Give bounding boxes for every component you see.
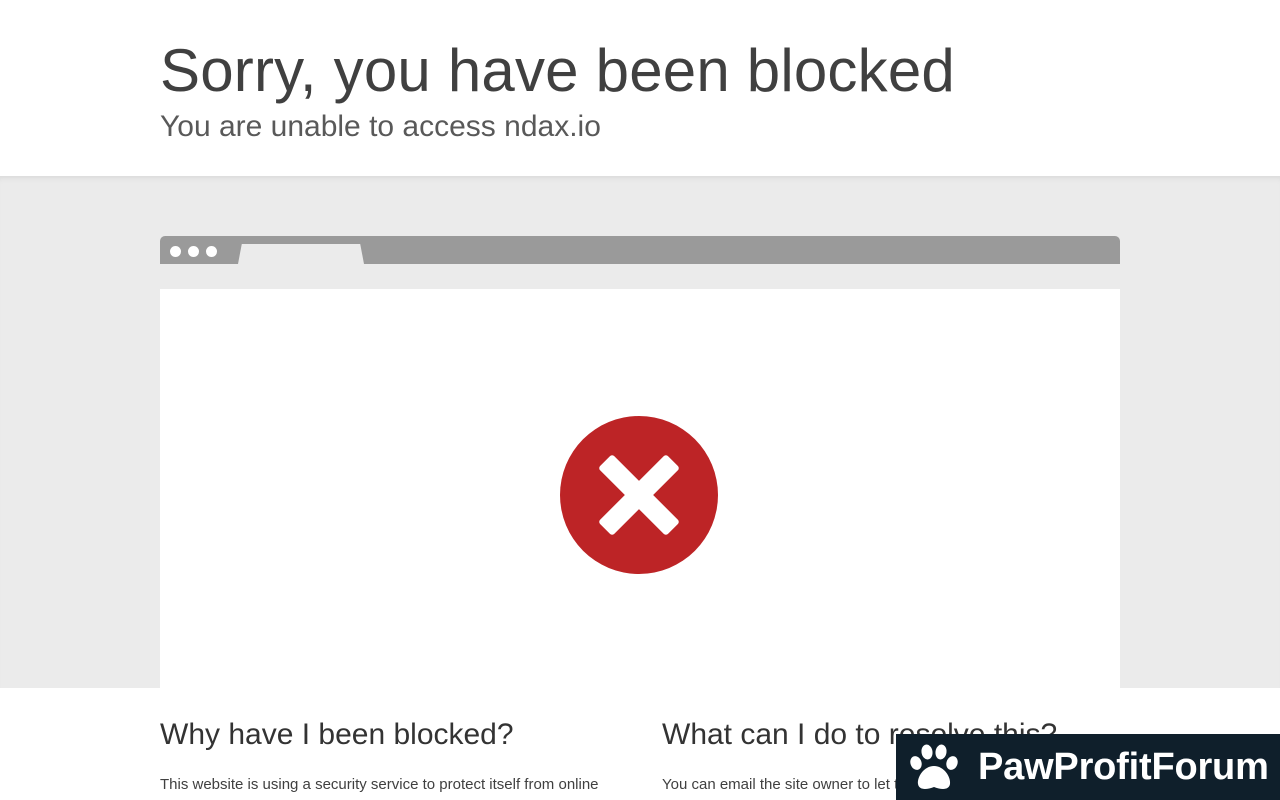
window-dot-icon xyxy=(170,246,181,257)
page-subtitle: You are unable to access ndax.io xyxy=(160,110,601,143)
paw-icon xyxy=(910,744,958,789)
window-dot-icon xyxy=(188,246,199,257)
page-title: Sorry, you have been blocked xyxy=(160,37,955,104)
browser-illustration-toolbar xyxy=(160,264,1120,289)
close-x-circle-icon xyxy=(560,416,718,574)
watermark-label: PawProfitForum xyxy=(978,745,1269,788)
browser-illustration-titlebar xyxy=(160,236,1120,264)
why-blocked-text: This website is using a security service… xyxy=(160,776,599,793)
window-dot-icon xyxy=(206,246,217,257)
watermark-banner: PawProfitForum xyxy=(896,734,1280,800)
page-header: Sorry, you have been blocked You are una… xyxy=(0,0,1280,176)
why-blocked-section: Why have I been blocked? This website is… xyxy=(160,718,620,796)
why-blocked-heading: Why have I been blocked? xyxy=(160,718,514,751)
browser-tab-illustration xyxy=(238,244,364,264)
